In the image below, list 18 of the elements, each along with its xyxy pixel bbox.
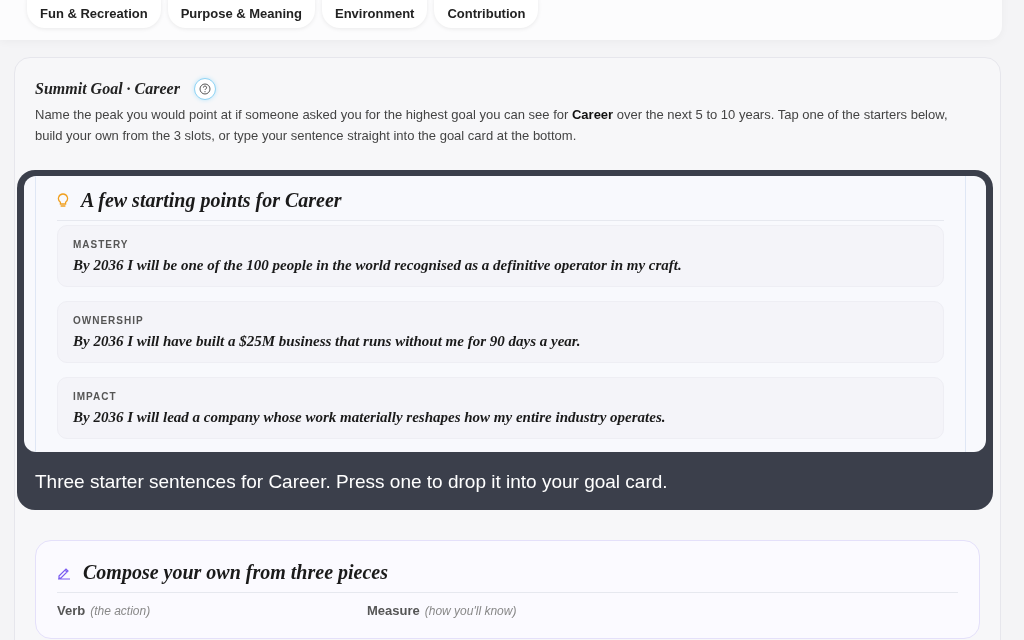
lightbulb-icon: [57, 193, 69, 208]
field-hint: (how you'll know): [424, 604, 517, 618]
starter-option[interactable]: MASTERY By 2036 I will be one of the 100 people in the world recognised as a definitive operator in my craft.: [57, 225, 944, 287]
card-heading: A few starting points for Career: [81, 189, 342, 212]
category-chip[interactable]: Contribution: [434, 0, 539, 28]
help-icon[interactable]: [193, 78, 216, 100]
section-title: Summit Goal · Career: [35, 80, 180, 98]
category-chip[interactable]: Fun & Recreation: [27, 0, 161, 28]
field-hint: (the action): [90, 604, 151, 618]
tour-caption: Three starter sentences for Career. Press one to drop it into your goal card.: [34, 470, 669, 494]
field-label: Verb: [57, 603, 86, 618]
starter-option[interactable]: OWNERSHIP By 2036 I will have built a $25M business that runs without me for 90 days a year.: [57, 301, 944, 363]
section-description: Name the peak you would point at if someone asked you for the highest goal you can see for Career over the next 5 to 10 years. Tap one of the starters below, build your own from the 3 slots, or type your sentence straight into the goal card at the bottom.: [35, 106, 949, 145]
card-heading: Compose your own from three pieces: [83, 561, 388, 584]
category-chip[interactable]: Purpose & Meaning: [167, 0, 315, 28]
category-chip[interactable]: Environment: [322, 0, 428, 28]
starter-option[interactable]: IMPACT By 2036 I will lead a company whose work materially reshapes how my entire industry operates.: [57, 377, 944, 439]
field-label: Measure: [367, 603, 420, 618]
